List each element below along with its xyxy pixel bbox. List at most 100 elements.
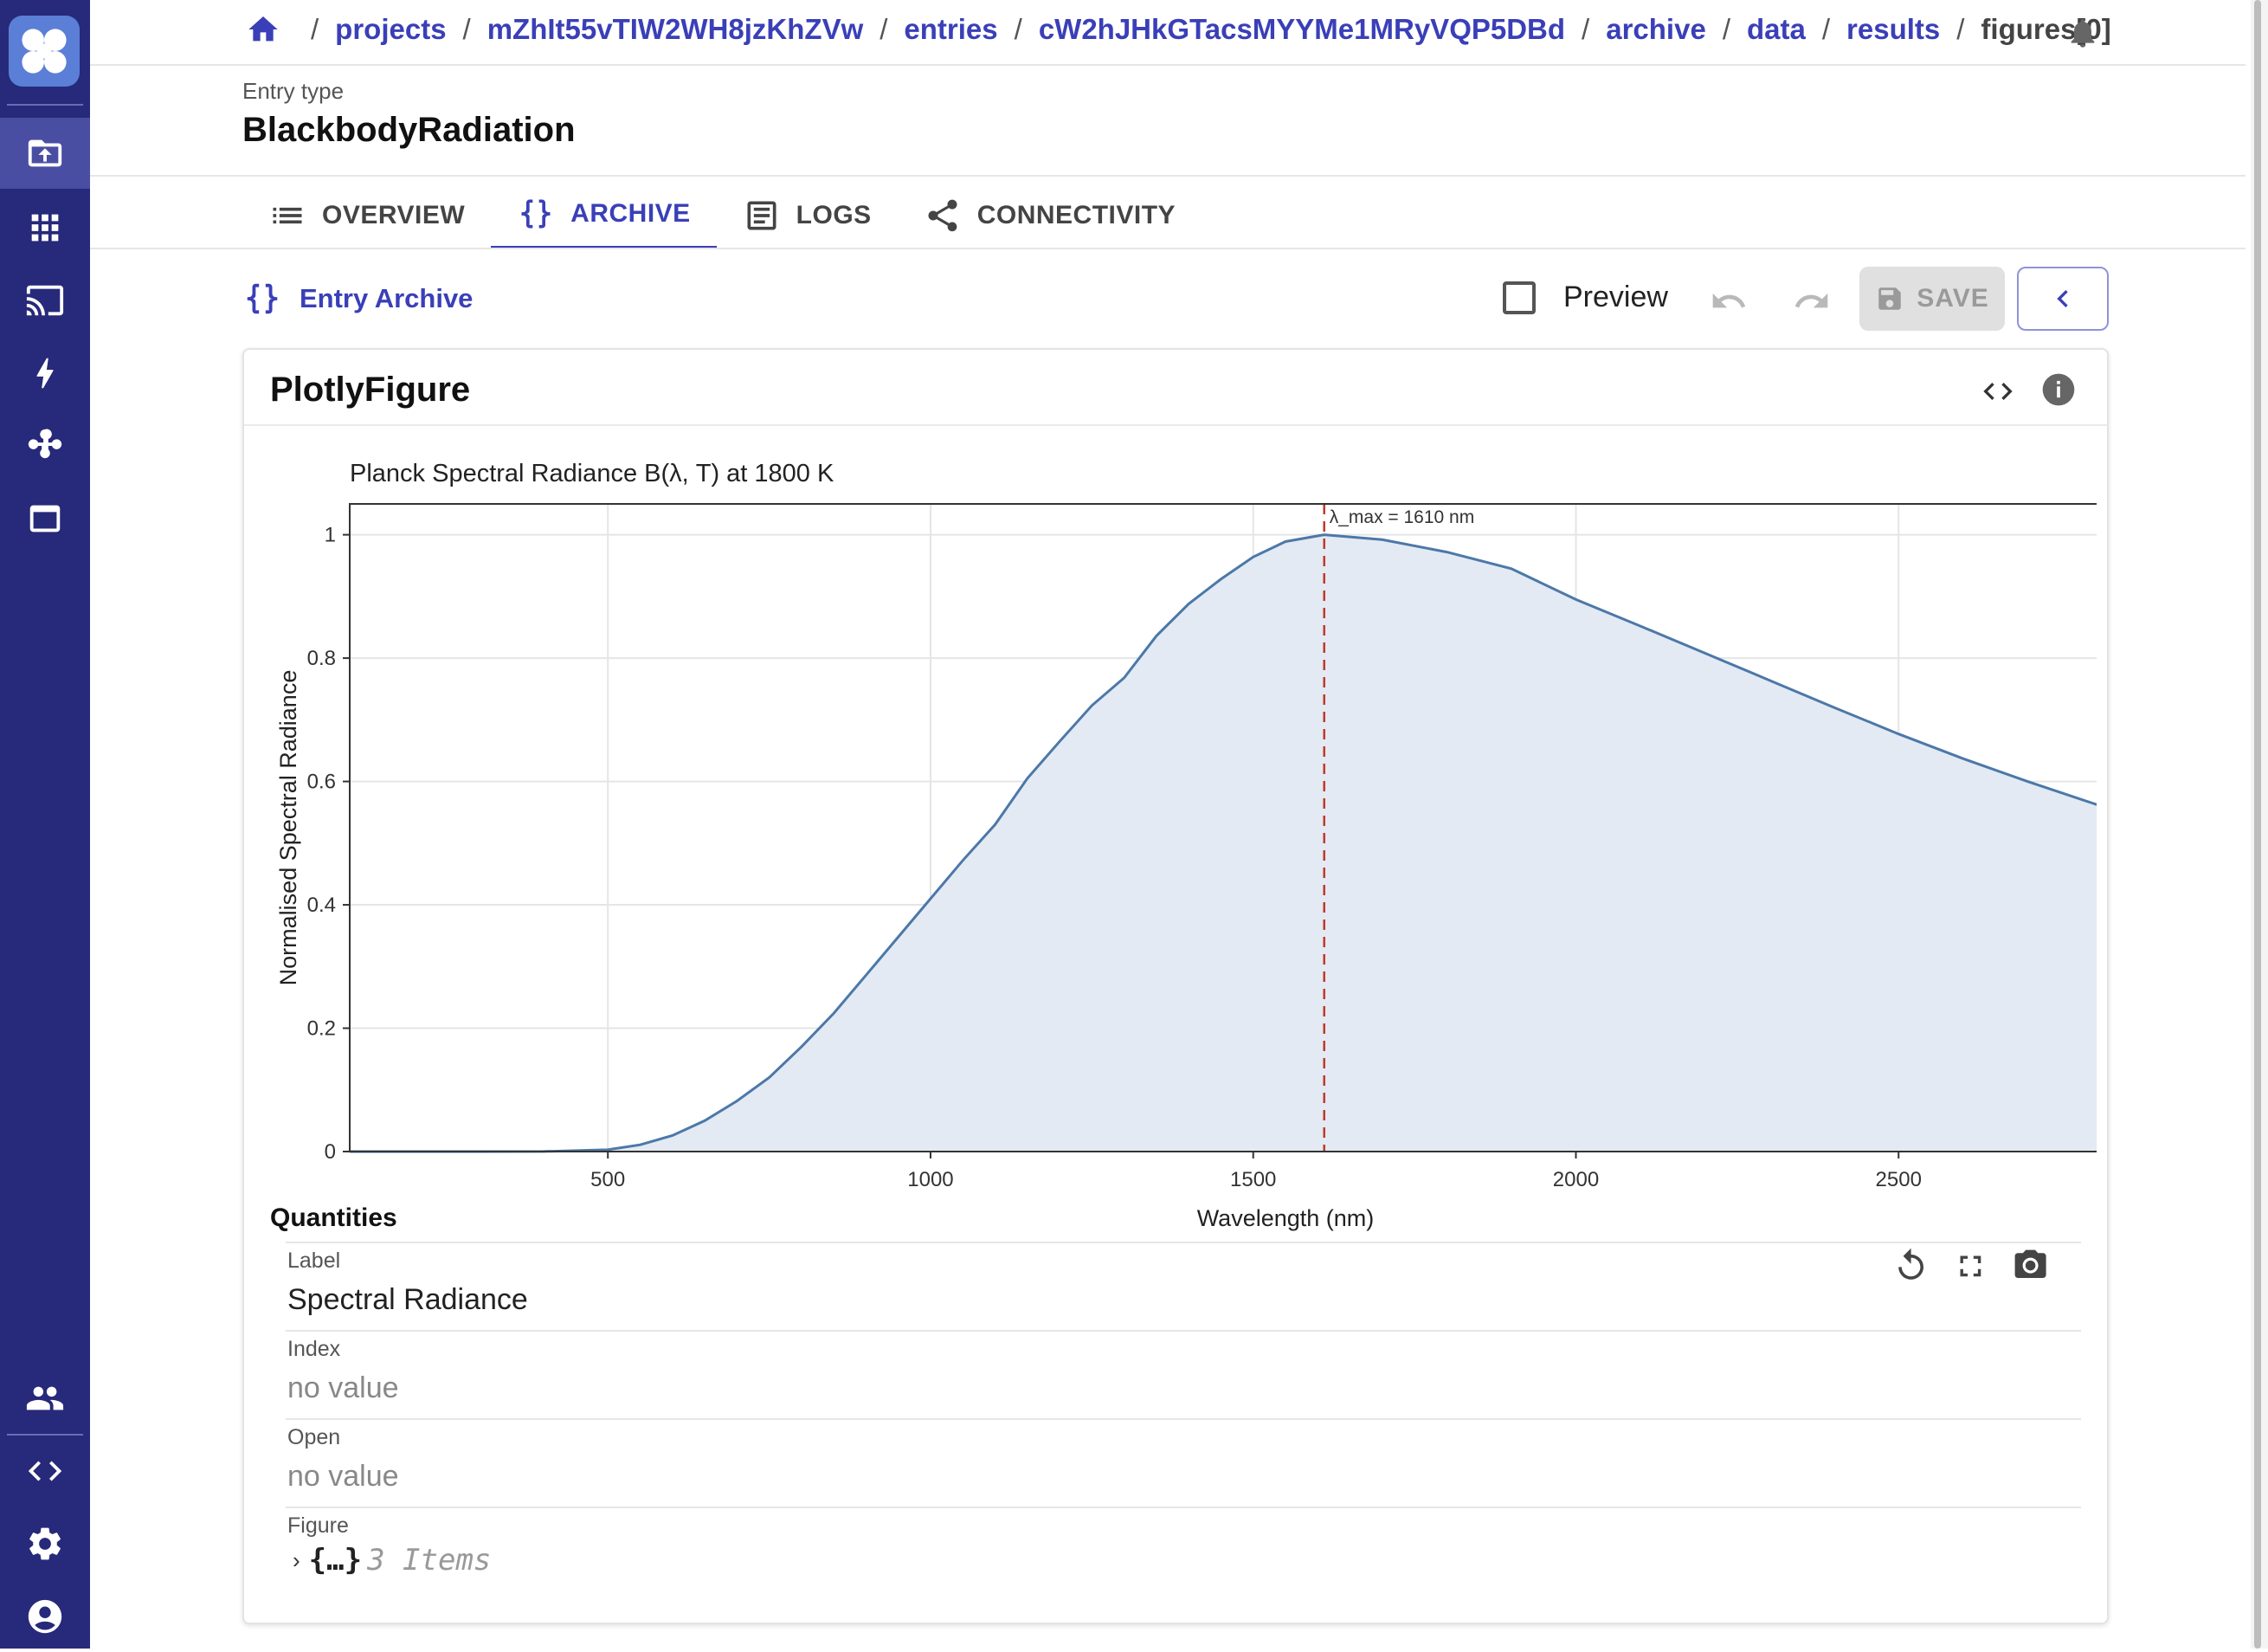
y-tick-label: 0.8 (307, 647, 336, 670)
notifications-bell-icon[interactable] (2065, 16, 2100, 50)
preview-checkbox[interactable]: Preview (1503, 281, 1668, 314)
entry-type-value: BlackbodyRadiation (242, 111, 576, 149)
people-icon (26, 1386, 64, 1410)
side-navigation (0, 0, 90, 1649)
quantity-value: no value (287, 1460, 399, 1493)
breadcrumb: / projects / mZhIt55vTIW2WH8jzKhZVw / en… (246, 12, 2111, 47)
breadcrumb-separator: / (1582, 13, 1590, 45)
breadcrumb-separator: / (1821, 13, 1831, 45)
logo-icon (22, 29, 67, 74)
account-icon (28, 1599, 62, 1634)
quantity-value: no value (287, 1371, 399, 1404)
quantity-name: Label (287, 1249, 341, 1273)
x-tick-label: 1500 (1230, 1168, 1276, 1191)
rail-item-apps[interactable] (0, 192, 90, 263)
scrollbar-thumb[interactable] (2254, 0, 2261, 1649)
spectral-radiance-area (350, 534, 2097, 1152)
rail-item-api[interactable] (0, 1436, 90, 1507)
x-tick-label: 2500 (1876, 1168, 1922, 1191)
logs-icon (747, 201, 776, 230)
entry-tabs: OVERVIEW ARCHIVE LOGS CONNECTIVITY (242, 182, 1202, 249)
upload-folder-icon (28, 139, 62, 167)
quantity-row-label[interactable]: Label Spectral Radiance (286, 1242, 2081, 1330)
page-scrollbar[interactable] (2251, 0, 2268, 1649)
redo-icon[interactable] (1790, 282, 1833, 320)
plotly-figure-card: PlotlyFigure Planck Spectral Radiance B(… (242, 348, 2109, 1624)
quantity-name: Open (287, 1425, 341, 1449)
home-icon[interactable] (246, 12, 280, 47)
x-tick-label: 1000 (907, 1168, 953, 1191)
rail-item-cast[interactable] (0, 265, 90, 336)
preview-label: Preview (1563, 281, 1668, 313)
tab-overview[interactable]: OVERVIEW (242, 182, 491, 249)
x-tick-label: 2000 (1553, 1168, 1599, 1191)
breadcrumb-separator: / (1014, 13, 1022, 45)
rail-item-actions[interactable] (0, 338, 90, 409)
tab-archive[interactable]: ARCHIVE (491, 182, 717, 249)
quantity-row-figure[interactable]: Figure (286, 1507, 2081, 1593)
rail-item-window[interactable] (0, 483, 90, 554)
y-axis-ticks: 0 0.2 0.4 0.6 0.8 1 (307, 524, 350, 1164)
breadcrumb-archive[interactable]: archive (1606, 13, 1706, 46)
info-icon[interactable] (2039, 371, 2078, 409)
entry-archive-title: Entry Archive (242, 279, 473, 319)
settings-icon (29, 1527, 61, 1560)
x-axis-label: Wavelength (nm) (1197, 1205, 1375, 1231)
json-collapsed-object[interactable]: {…} (309, 1543, 362, 1578)
json-items-count: 3 Items (367, 1543, 492, 1578)
rail-item-settings[interactable] (0, 1508, 90, 1579)
lambda-max-annotation: λ_max = 1610 nm (1330, 507, 1475, 527)
tab-logs[interactable]: LOGS (717, 182, 898, 249)
y-axis-label: Normalised Spectral Radiance (275, 670, 301, 986)
breadcrumb-projects[interactable]: projects (335, 13, 446, 46)
list-icon (273, 207, 302, 224)
top-bar: / projects / mZhIt55vTIW2WH8jzKhZVw / en… (90, 0, 2245, 66)
x-tick-label: 500 (590, 1168, 625, 1191)
x-axis-ticks: 50010001500200025003000 (590, 1152, 1922, 1191)
tab-connectivity-label: CONNECTIVITY (976, 201, 1176, 229)
save-label: SAVE (1917, 284, 1989, 313)
tab-overview-label: OVERVIEW (322, 201, 466, 229)
y-tick-label: 0.2 (307, 1017, 336, 1041)
y-tick-label: 0.4 (307, 894, 336, 917)
tab-connectivity[interactable]: CONNECTIVITY (898, 182, 1202, 249)
breadcrumb-entry-id[interactable]: cW2hJHkGTacsMYYMe1MRyVQP5DBd (1039, 13, 1565, 46)
bolt-icon (36, 358, 54, 389)
chevron-right-icon[interactable]: › (293, 1547, 300, 1574)
rail-item-account[interactable] (0, 1581, 90, 1652)
rail-item-uploads[interactable] (0, 118, 90, 189)
y-tick-label: 0 (325, 1140, 336, 1164)
breadcrumb-entries[interactable]: entries (904, 13, 997, 46)
app-logo[interactable] (9, 16, 80, 87)
quantity-value: Spectral Radiance (287, 1283, 528, 1316)
breadcrumb-separator: / (462, 13, 471, 45)
rail-item-groups[interactable] (0, 1363, 90, 1434)
braces-icon (521, 199, 551, 229)
quantities-heading: Quantities (270, 1204, 397, 1232)
apps-icon (31, 214, 59, 242)
rail-item-network[interactable] (0, 410, 90, 481)
chart-title: Planck Spectral Radiance B(λ, T) at 1800… (350, 460, 834, 487)
quantity-row-index[interactable]: Index no value (286, 1330, 2081, 1418)
breadcrumb-separator: / (1722, 13, 1730, 45)
save-button[interactable]: SAVE (1859, 267, 2005, 331)
code-icon[interactable] (1979, 374, 2017, 409)
breadcrumb-separator: / (311, 13, 319, 45)
quantity-row-open[interactable]: Open no value (286, 1418, 2081, 1507)
collapse-button[interactable] (2017, 267, 2109, 331)
network-icon (28, 429, 62, 459)
card-divider (244, 424, 2107, 426)
chevron-left-icon (2057, 290, 2068, 307)
undo-icon[interactable] (1707, 282, 1750, 320)
entry-type-label: Entry type (242, 78, 345, 104)
breadcrumb-upload-id[interactable]: mZhIt55vTIW2WH8jzKhZVw (487, 13, 864, 46)
breadcrumb-results[interactable]: results (1846, 13, 1940, 46)
share-icon (928, 199, 957, 232)
quantity-name: Figure (287, 1513, 349, 1538)
tabs-divider (90, 248, 2245, 249)
figure-json-tree[interactable]: › {…} 3 Items (293, 1543, 491, 1578)
breadcrumb-separator: / (879, 13, 888, 45)
braces-icon (247, 283, 278, 314)
checkbox-unchecked-icon[interactable] (1503, 281, 1536, 314)
breadcrumb-data[interactable]: data (1747, 13, 1806, 46)
